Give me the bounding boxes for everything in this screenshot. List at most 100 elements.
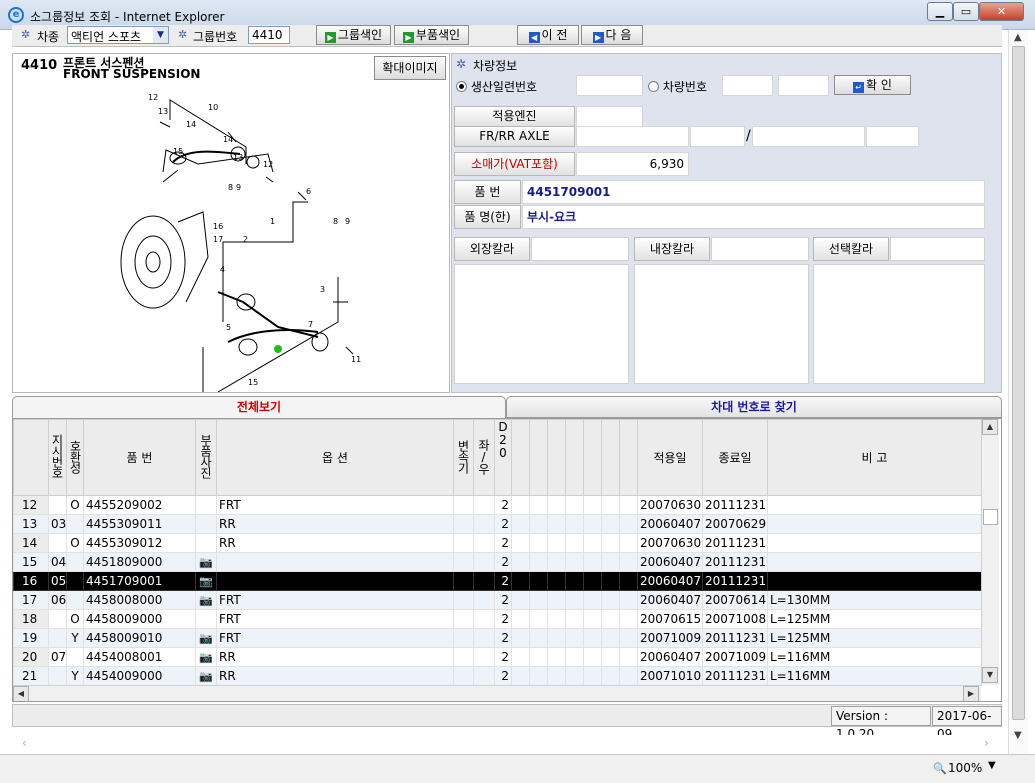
cell-option: FRT xyxy=(216,628,454,648)
page-vertical-scrollbar[interactable]: ▲ ▼ xyxy=(1008,30,1028,754)
radio-serial-dot[interactable] xyxy=(456,81,467,92)
window-title: 소그룹정보 조회 - Internet Explorer xyxy=(30,10,225,24)
page-scroll-down-icon[interactable]: ▼ xyxy=(1014,730,1022,741)
header-compat-label: 호환성 xyxy=(68,439,82,473)
camera-icon[interactable]: 📷 xyxy=(199,594,213,607)
camera-icon[interactable]: 📷 xyxy=(199,670,213,683)
prev-button[interactable]: ◀ 이 전 xyxy=(517,25,579,45)
play-icon: ▶ xyxy=(324,32,336,43)
page-horizontal-scrollbar[interactable]: ‹ › xyxy=(12,735,1002,753)
cell-blank xyxy=(565,609,584,629)
cell-photo: 📷 xyxy=(195,571,217,591)
part-search-button[interactable]: ▶ 부품색인 xyxy=(394,25,469,45)
camera-icon[interactable]: 📷 xyxy=(199,651,213,664)
view-tabs: 전체보기 차대 번호로 찾기 xyxy=(12,396,1002,418)
page-scroll-thumb[interactable] xyxy=(1012,46,1025,720)
tab-all[interactable]: 전체보기 xyxy=(12,396,506,418)
cell-blank xyxy=(529,514,548,534)
horizontal-scrollbar[interactable]: ◀ ▶ xyxy=(13,685,981,701)
table-row[interactable]: 13 03 4455309011 RR 2 20060407 20070629 xyxy=(13,514,982,534)
cell-blank xyxy=(547,628,566,648)
group-number-input[interactable]: 4410 xyxy=(248,26,290,44)
chevron-right-icon[interactable]: › xyxy=(984,736,989,750)
cell-blank xyxy=(619,514,638,534)
cell-lr xyxy=(473,571,495,591)
cell-blank xyxy=(565,533,584,553)
ie-statusbar: 🔍 100% ▼ xyxy=(0,754,1035,783)
cell-blank xyxy=(601,609,620,629)
cell-end: 20111231 xyxy=(702,495,768,515)
table-row[interactable]: 18 O 4458009000 FRT 2 20070615 20071008 L=125MM xyxy=(13,609,982,629)
group-search-button[interactable]: ▶ 그룹색인 xyxy=(316,25,391,45)
cell-blank xyxy=(511,514,530,534)
chevron-down-icon[interactable]: ▼ xyxy=(153,27,168,43)
minimize-button[interactable]: ▁ xyxy=(927,2,953,21)
cell-remark xyxy=(767,495,982,515)
scroll-right-icon[interactable]: ▶ xyxy=(963,686,979,701)
cell-compat: O xyxy=(66,495,84,515)
zoom-level[interactable]: 100% xyxy=(948,761,982,775)
camera-icon[interactable]: 📷 xyxy=(199,575,213,588)
car-number-input-1[interactable] xyxy=(722,75,773,96)
radio-serial[interactable]: 생산일련번호 xyxy=(456,78,537,95)
header-ind-label: 지시번호 xyxy=(50,434,64,478)
cell-photo: 📷 xyxy=(195,552,217,572)
chevron-left-icon[interactable]: ‹ xyxy=(22,736,27,750)
table-row[interactable]: 21 Y 4454009000 📷 RR 2 20071010 20111231 L=116MM xyxy=(13,666,982,686)
header-option: 옵 션 xyxy=(216,419,454,496)
confirm-button[interactable]: ↵ 확 인 xyxy=(834,75,911,95)
int-color-label: 내장칼라 xyxy=(634,237,710,261)
header-blank xyxy=(547,419,566,496)
scroll-up-icon[interactable]: ▲ xyxy=(982,419,998,435)
table-row[interactable]: 12 O 4455209002 FRT 2 20070630 20111231 xyxy=(13,495,982,515)
zoom-image-button[interactable]: 확대이미지 xyxy=(374,56,446,80)
car-number-input-2[interactable] xyxy=(778,75,829,96)
next-button[interactable]: ▶ 다 음 xyxy=(581,25,643,45)
cell-blank xyxy=(547,533,566,553)
table-row[interactable]: 17 06 4458008000 📷 FRT 2 20060407 20070614 L=130… xyxy=(13,590,982,610)
table-row[interactable]: 19 Y 4458009010 📷 FRT 2 20071009 20111231 L=125M… xyxy=(13,628,982,648)
cell-end: 20071009 xyxy=(702,647,768,667)
table-row[interactable]: 15 04 4451809000 📷 2 20060407 20111231 xyxy=(13,552,982,572)
car-label: 차종 xyxy=(37,30,60,44)
serial-input[interactable] xyxy=(576,75,643,96)
maximize-button[interactable]: ▭ xyxy=(953,2,979,21)
cell-blank xyxy=(529,647,548,667)
radio-car-dot[interactable] xyxy=(648,81,659,92)
cell-qty: 2 xyxy=(494,533,512,553)
cell-blank xyxy=(619,647,638,667)
camera-icon[interactable]: 📷 xyxy=(199,556,213,569)
cell-qty: 2 xyxy=(494,590,512,610)
page-scroll-up-icon[interactable]: ▲ xyxy=(1014,32,1022,43)
cell-partno: 4451809000 xyxy=(83,552,196,572)
radio-car[interactable]: 차량번호 xyxy=(648,78,707,95)
table-row[interactable]: 14 O 4455309012 RR 2 20070630 20111231 xyxy=(13,533,982,553)
camera-icon[interactable]: 📷 xyxy=(199,632,213,645)
scroll-down-icon[interactable]: ▼ xyxy=(982,667,998,683)
cell-blank xyxy=(619,533,638,553)
engine-value xyxy=(576,106,643,127)
cell-ind xyxy=(48,533,67,553)
header-trans-label: 변속기 xyxy=(456,439,470,473)
cell-option: FRT xyxy=(216,590,454,610)
cell-compat xyxy=(66,647,84,667)
cell-option: FRT xyxy=(216,609,454,629)
int-color-value xyxy=(711,237,809,261)
callout-label: 7 xyxy=(308,320,313,329)
car-select[interactable]: 액티언 스포츠 ▼ xyxy=(67,26,169,44)
cell-compat xyxy=(66,552,84,572)
vertical-scrollbar[interactable]: ▲ ▼ xyxy=(981,419,999,685)
scroll-thumb[interactable] xyxy=(983,509,998,525)
close-button[interactable]: ✕ xyxy=(979,2,1024,21)
cell-photo: 📷 xyxy=(195,647,217,667)
table-row[interactable]: 20 07 4454008001 📷 RR 2 20060407 20071009 L=116M… xyxy=(13,647,982,667)
axle-value-3 xyxy=(752,126,865,147)
scroll-left-icon[interactable]: ◀ xyxy=(13,686,29,701)
chevron-down-icon[interactable]: ▼ xyxy=(988,760,996,771)
cell-compat xyxy=(66,571,84,591)
cell-blank xyxy=(601,647,620,667)
callout-label: 9 xyxy=(345,217,350,226)
cell-blank xyxy=(529,628,548,648)
table-row[interactable]: 16 05 4451709001 📷 2 20060407 20111231 xyxy=(13,571,982,591)
tab-by-vin[interactable]: 차대 번호로 찾기 xyxy=(506,396,1002,418)
